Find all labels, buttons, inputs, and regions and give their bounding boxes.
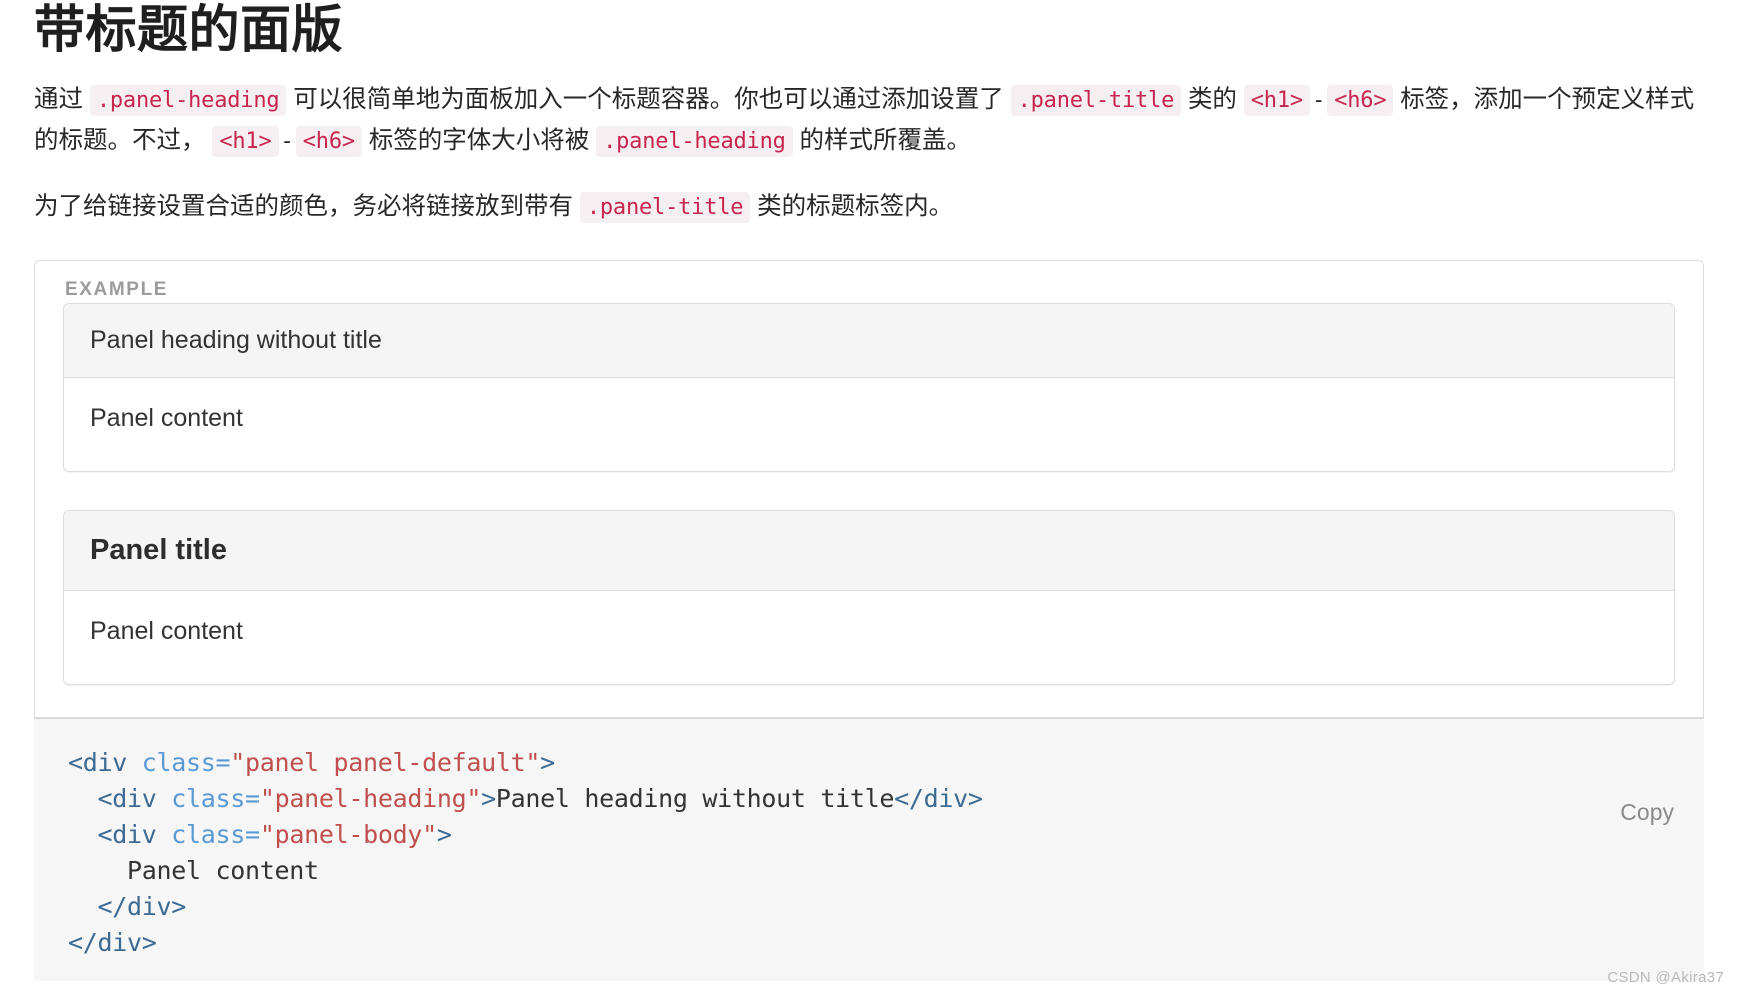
documentation-page: 带标题的面版 通过 .panel-heading 可以很简单地为面板加入一个标题… (0, 0, 1738, 981)
code-h6-2: <h6> (295, 126, 362, 158)
panel-without-title: Panel heading without title Panel conten… (63, 303, 1675, 473)
code-token-tag: <div (68, 747, 142, 777)
code-token-text: Panel heading without title (495, 783, 895, 813)
code-token-text: Panel content (68, 855, 319, 885)
code-h6-1: <h6> (1327, 85, 1394, 117)
text-fragment: 标签的字体大小将被 (368, 127, 590, 155)
code-token-tag: </div> (68, 927, 157, 957)
code-token-tag: <div (97, 819, 172, 849)
code-panel-heading-1: .panel-heading (89, 85, 287, 117)
code-token-tag: > (436, 819, 452, 849)
range-dash: - (1311, 88, 1326, 114)
text-fragment: 的样式所覆盖。 (799, 127, 972, 155)
intro-paragraph-1: 通过 .panel-heading 可以很简单地为面板加入一个标题容器。你也可以… (22, 80, 1716, 162)
code-token-tag: </div> (97, 891, 187, 921)
code-token-eq: = (245, 819, 260, 849)
code-token-str: "panel panel-default" (230, 747, 541, 777)
intro-paragraph-2: 为了给链接设置合适的颜色，务必将链接放到带有 .panel-title 类的标题… (22, 187, 1716, 228)
panel-heading: Panel heading without title (64, 304, 1674, 379)
code-token-eq: = (245, 783, 260, 813)
page-title: 带标题的面版 (34, 1, 344, 58)
code-token-tag: > (540, 747, 555, 777)
watermark: CSDN @Akira37 (1607, 969, 1724, 986)
code-panel-heading-2: .panel-heading (596, 126, 793, 158)
panel-body: Panel content (90, 404, 243, 433)
code-sample: <div class="panel panel-default"> <div c… (68, 745, 1676, 961)
text-fragment: 类的 (1187, 86, 1237, 114)
code-token-attr: class (171, 783, 246, 813)
example-body: EXAMPLE Panel heading without title Pane… (35, 261, 1703, 717)
code-token-str: "panel-body" (259, 819, 437, 849)
text-fragment: 类的标题标签内。 (757, 193, 954, 221)
code-content: <div class="panel panel-default"> <div c… (68, 748, 983, 957)
code-panel-title-2: .panel-title (579, 192, 751, 224)
panel-heading: Panel title (64, 511, 1674, 591)
code-token-eq: = (215, 747, 231, 777)
code-h1-2: <h1> (212, 126, 279, 158)
example-container: EXAMPLE Panel heading without title Pane… (34, 260, 1704, 718)
text-fragment: 为了给链接设置合适的颜色，务必将链接放到带有 (34, 193, 573, 221)
code-token-tag: </div> (894, 783, 983, 813)
code-token-str: "panel-heading" (259, 783, 482, 813)
code-token-attr: class (171, 819, 246, 849)
example-label: EXAMPLE (65, 279, 169, 301)
code-sample-block: Copy <div class="panel panel-default"> <… (34, 717, 1704, 981)
code-token-tag: <div (97, 783, 172, 813)
range-dash: - (280, 129, 294, 155)
code-h1-1: <h1> (1243, 85, 1310, 117)
panel-title: Panel title (90, 534, 227, 567)
text-fragment: 通过 (34, 86, 83, 114)
panel-body: Panel content (90, 616, 243, 645)
code-panel-title-1: .panel-title (1010, 85, 1182, 117)
code-token-tag: > (481, 783, 496, 813)
code-token-attr: class (141, 747, 216, 777)
copy-button[interactable]: Copy (1614, 797, 1680, 828)
text-fragment: 可以很简单地为面板加入一个标题容器。你也可以通过添加设置了 (293, 86, 1004, 114)
panel-with-title: Panel title Panel content (63, 510, 1675, 685)
